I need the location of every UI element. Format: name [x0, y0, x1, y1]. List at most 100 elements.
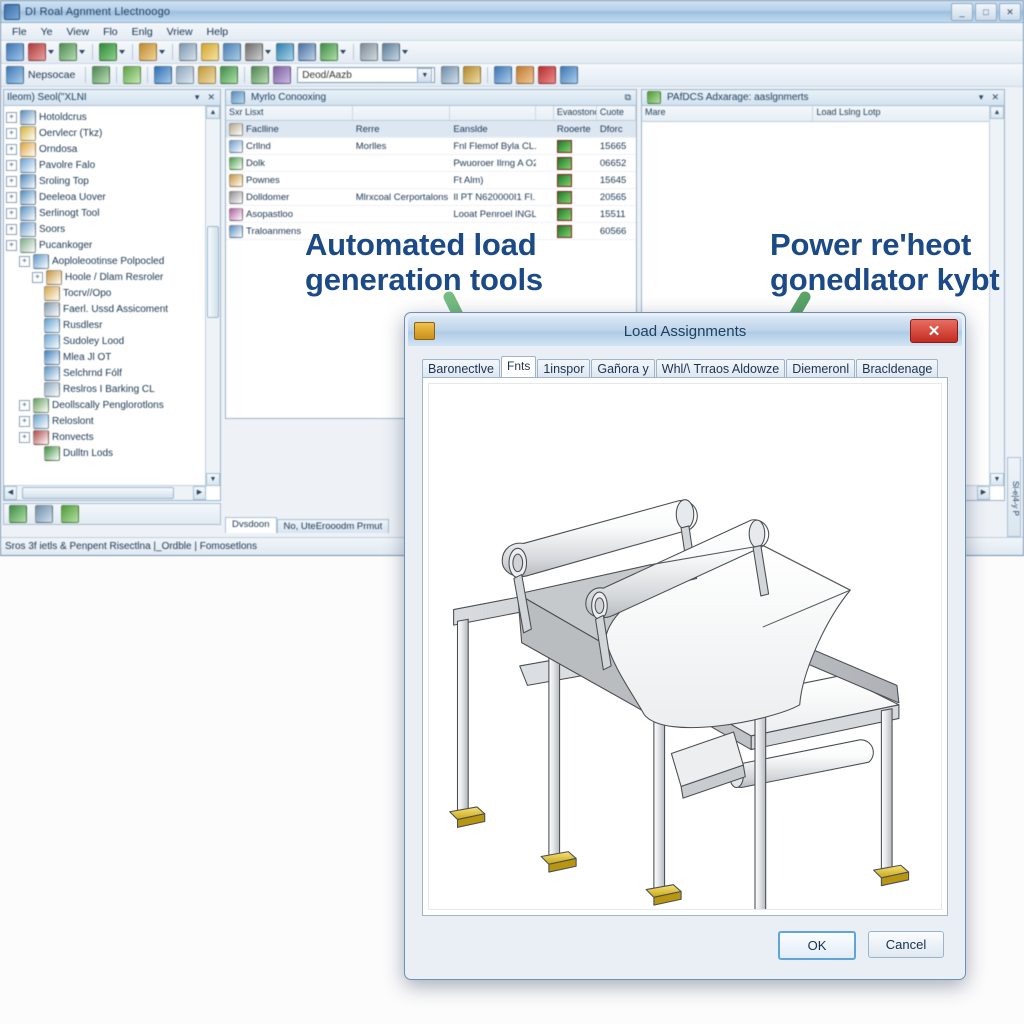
tree-item[interactable]: + Deeleoa Uover: [6, 189, 206, 205]
cancel-button[interactable]: Cancel: [868, 931, 944, 958]
pen-icon[interactable]: [123, 66, 142, 84]
dialog-button-row[interactable]: OK Cancel: [778, 931, 944, 960]
ok-button[interactable]: OK: [778, 931, 856, 960]
dialog-tabstrip[interactable]: Baronectlve Fnts 1inspor Gañora y Whl/\ Trra…: [422, 356, 948, 379]
expand-icon[interactable]: +: [6, 159, 17, 171]
dialog-tab[interactable]: Diemeronl: [786, 359, 856, 378]
panel-menu-icon[interactable]: ▾: [193, 92, 202, 103]
toolbar-primary[interactable]: [1, 41, 1023, 64]
tree-item[interactable]: + Aoploleootinse Polpocled: [6, 253, 206, 269]
tree-item[interactable]: + Reloslont: [6, 413, 206, 429]
view-icon[interactable]: [35, 505, 53, 523]
tree-item[interactable]: + Pavolre Falo: [6, 157, 206, 173]
query-icon[interactable]: [298, 43, 316, 61]
people-icon[interactable]: [273, 66, 292, 84]
expand-icon[interactable]: +: [6, 175, 17, 187]
menu-item-help[interactable]: Help: [200, 26, 236, 38]
tree-item[interactable]: + Pucankoger: [6, 237, 206, 253]
table-row[interactable]: Dolk Pwuoroer Ilrng A O2. 06652: [226, 155, 636, 172]
menu-item-edit[interactable]: Ye: [34, 26, 60, 38]
menu-item-engineering[interactable]: Enlg: [125, 26, 160, 38]
pin-icon[interactable]: ▾: [977, 92, 986, 103]
dialog-tab[interactable]: 1inspor: [537, 359, 591, 378]
assignments-column-headers[interactable]: Mare Load Lslng Lotp: [642, 106, 1004, 122]
expand-icon[interactable]: +: [32, 271, 43, 283]
open-project-icon[interactable]: [28, 43, 46, 61]
column-header[interactable]: [353, 106, 451, 120]
refresh-icon[interactable]: [9, 505, 27, 523]
column-header[interactable]: Mare: [642, 106, 814, 121]
tree-item[interactable]: Mlea Jl OT: [6, 349, 206, 365]
tree-item[interactable]: Selchrnd Fólf: [6, 365, 206, 381]
tree-item[interactable]: Tocrv//Opo: [6, 285, 206, 301]
project-tree[interactable]: + Hotoldcrus + Oervlecr (Tkz) + Orndosa + Pavol…: [4, 106, 206, 486]
bell-icon[interactable]: [198, 66, 217, 84]
scroll-up-icon[interactable]: ▲: [206, 106, 220, 119]
dialog-tab[interactable]: Baronectlve: [422, 359, 501, 378]
dialog-tab[interactable]: Gañora y: [591, 359, 655, 378]
list-icon[interactable]: [251, 66, 270, 84]
scroll-right-icon[interactable]: ▶: [193, 486, 206, 500]
maximize-icon[interactable]: □: [975, 3, 997, 21]
node-icon[interactable]: [220, 66, 239, 84]
expand-icon[interactable]: +: [6, 207, 17, 219]
namespace-icon[interactable]: [6, 66, 24, 84]
camera-icon[interactable]: [382, 43, 400, 61]
table-row[interactable]: Asopastloo Looat Penroel lNGL... 15511: [226, 206, 636, 223]
column-header[interactable]: Load Lslng Lotp: [813, 106, 1004, 121]
tree-item[interactable]: Faerl. Ussd Assicoment: [6, 301, 206, 317]
expand-icon[interactable]: +: [19, 399, 30, 411]
chevron-down-icon[interactable]: [119, 50, 125, 54]
close-icon[interactable]: ✕: [205, 92, 217, 103]
expand-icon[interactable]: +: [19, 255, 30, 267]
print-icon[interactable]: [179, 43, 197, 61]
chevron-down-icon[interactable]: [402, 50, 408, 54]
expand-icon[interactable]: +: [6, 223, 17, 235]
tree-item[interactable]: + Orndosa: [6, 141, 206, 157]
scrollbar-thumb[interactable]: [207, 226, 219, 318]
column-header[interactable]: Sxr Lisxt: [226, 106, 353, 120]
expand-icon[interactable]: +: [6, 143, 17, 155]
close-icon[interactable]: ✕: [910, 319, 958, 343]
document-tab[interactable]: No, UteErooodm Prmut: [276, 519, 390, 533]
expand-icon[interactable]: +: [6, 127, 17, 139]
menu-item-flow[interactable]: Flo: [96, 26, 125, 38]
expand-icon[interactable]: +: [19, 431, 30, 443]
add-element-icon[interactable]: [99, 43, 117, 61]
paint-icon[interactable]: [139, 43, 157, 61]
chevron-down-icon[interactable]: [265, 50, 271, 54]
menu-item-window[interactable]: Vriew: [160, 26, 200, 38]
filter-icon[interactable]: [154, 66, 173, 84]
tree-toolbar[interactable]: [3, 503, 221, 525]
toolbar-secondary[interactable]: Nepsocae Deod/Aazb ▼: [1, 64, 1023, 87]
table-icon[interactable]: [92, 66, 111, 84]
window-controls[interactable]: _ □ ✕: [951, 3, 1021, 21]
tree-horizontal-scrollbar[interactable]: ◀ ▶: [4, 485, 206, 500]
add-icon[interactable]: [538, 66, 557, 84]
dialog-tab[interactable]: Fnts: [501, 356, 537, 378]
tree-item[interactable]: + Soors: [6, 221, 206, 237]
minimize-icon[interactable]: _: [951, 3, 973, 21]
table-row[interactable]: Crllnd Morlles Fnl Flemof Byla CL. 15665: [226, 138, 636, 155]
chevron-down-icon[interactable]: [48, 50, 54, 54]
report-icon[interactable]: [201, 43, 219, 61]
layout-icon[interactable]: [560, 66, 579, 84]
model-preview-canvas[interactable]: [422, 377, 948, 916]
expand-icon[interactable]: +: [6, 111, 17, 123]
rotate-icon[interactable]: [245, 43, 263, 61]
grid-column-headers[interactable]: Sxr Lisxt Evaostonc Cuote: [226, 106, 636, 121]
tree-item[interactable]: + Ronvects: [6, 429, 206, 445]
expand-icon[interactable]: +: [6, 191, 17, 203]
right-vertical-tabstrip[interactable]: Sl-e|4-y P: [1007, 457, 1021, 537]
tree-vertical-scrollbar[interactable]: ▲ ▼: [205, 106, 220, 486]
plugin-icon[interactable]: [61, 505, 79, 523]
link-icon[interactable]: [360, 43, 378, 61]
scroll-right-icon[interactable]: ▶: [977, 486, 990, 500]
tree-item[interactable]: + Oervlecr (Tkz): [6, 125, 206, 141]
tree-item[interactable]: Sudoley Lood: [6, 333, 206, 349]
tree-item[interactable]: + Hoole / Dlam Resroler: [6, 269, 206, 285]
grid-rows[interactable]: Faclline Rerre Eanslde Rooerte Dforc Crllnd Mo…: [226, 121, 636, 240]
tree-item[interactable]: + Sroling Top: [6, 173, 206, 189]
tree-item[interactable]: Rusdlesr: [6, 317, 206, 333]
import-icon[interactable]: [494, 66, 513, 84]
